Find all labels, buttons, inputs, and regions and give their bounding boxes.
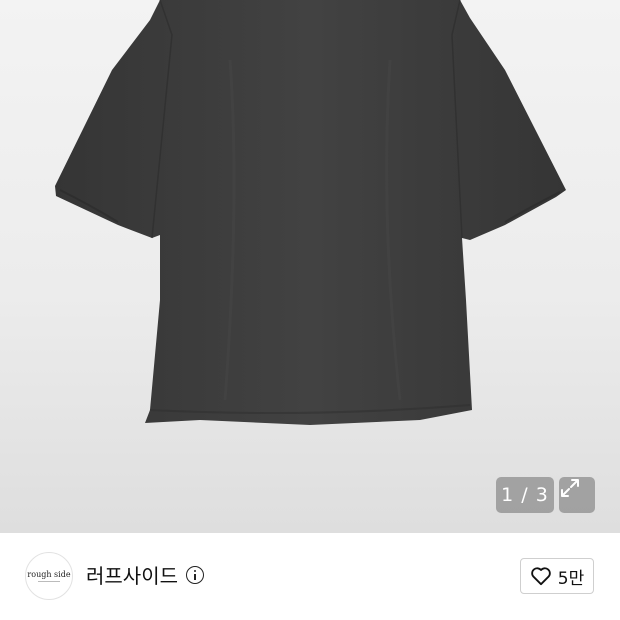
product-image[interactable]: 1 / 3 <box>0 0 620 533</box>
info-icon[interactable] <box>186 566 204 584</box>
expand-icon <box>561 479 579 497</box>
logo-divider <box>38 581 60 582</box>
like-count: 5만 <box>557 568 585 589</box>
brand-name[interactable]: 러프사이드 <box>86 562 178 590</box>
like-button[interactable]: 5만 <box>520 558 594 594</box>
tshirt-image <box>55 0 566 425</box>
image-counter: 1 / 3 <box>496 477 554 513</box>
heart-icon <box>531 567 551 586</box>
brand-logo[interactable]: rough side <box>25 552 73 600</box>
expand-button[interactable] <box>559 477 595 513</box>
brand-logo-text: rough side <box>27 570 71 579</box>
